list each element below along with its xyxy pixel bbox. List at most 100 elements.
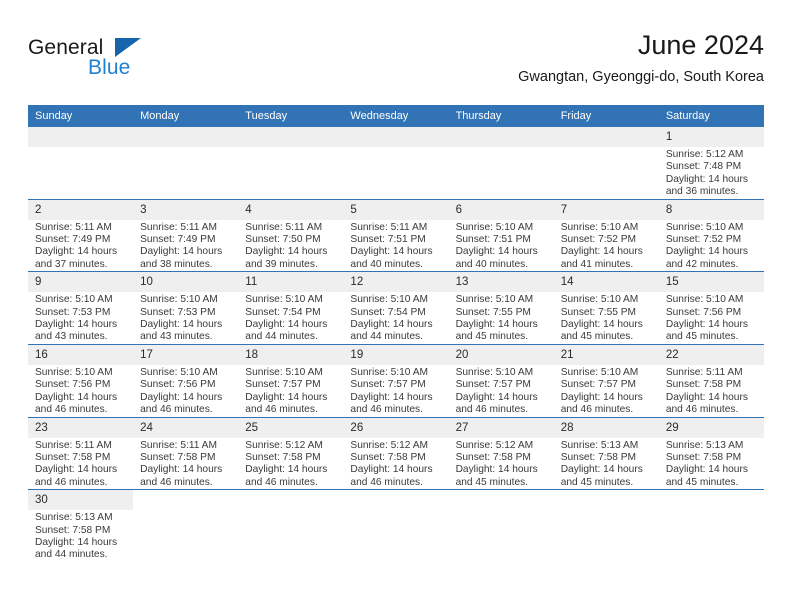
calendar-cell-inner: 12 Sunrise: 5:10 AM Sunset: 7:54 PM Dayligh…	[343, 272, 449, 344]
calendar-day-cell[interactable]: 30 Sunrise: 5:13 AM Sunset: 7:58 PM Dayligh…	[28, 489, 134, 571]
calendar-cell-empty	[448, 127, 554, 200]
calendar-day-cell[interactable]: 6 Sunrise: 5:10 AM Sunset: 7:51 PM Daylight…	[448, 199, 554, 273]
page-header: General Blue June 2024 Gwangtan, Gyeongg…	[28, 28, 764, 98]
daylight-text: Daylight: 14 hours and 46 minutes.	[140, 464, 223, 488]
sunset-text: Sunset: 7:51 PM	[350, 234, 426, 246]
calendar-day-cell[interactable]: 5 Sunrise: 5:11 AM Sunset: 7:51 PM Daylight…	[343, 199, 449, 273]
calendar-cell-inner: 10 Sunrise: 5:10 AM Sunset: 7:53 PM Dayligh…	[133, 272, 239, 344]
calendar-day-cell[interactable]: 11 Sunrise: 5:10 AM Sunset: 7:54 PM Dayligh…	[238, 271, 344, 345]
calendar-day-cell[interactable]: 3 Sunrise: 5:11 AM Sunset: 7:49 PM Daylight…	[133, 199, 239, 273]
sunset-text: Sunset: 7:56 PM	[35, 379, 111, 391]
brand-name-blue: Blue	[88, 56, 131, 79]
calendar-day-cell[interactable]: 25 Sunrise: 5:12 AM Sunset: 7:58 PM Dayligh…	[238, 417, 344, 491]
day-number: 22	[658, 344, 764, 365]
day-details: Sunrise: 5:11 AM Sunset: 7:49 PM Daylight:…	[133, 220, 238, 272]
daylight-text: Daylight: 14 hours and 36 minutes.	[665, 173, 748, 198]
calendar-cell-empty	[238, 127, 344, 200]
calendar-day-cell[interactable]: 1 Sunrise: 5:12 AM Sunset: 7:48 PM Daylight…	[658, 127, 764, 200]
sunrise-text: Sunrise: 5:10 AM	[665, 221, 744, 233]
daylight-text: Daylight: 14 hours and 46 minutes.	[245, 464, 328, 488]
calendar-day-cell[interactable]: 13 Sunrise: 5:10 AM Sunset: 7:55 PM Dayligh…	[448, 271, 554, 345]
day-number: 28	[553, 417, 659, 438]
day-number	[133, 490, 239, 511]
calendar-day-cell[interactable]: 9 Sunrise: 5:10 AM Sunset: 7:53 PM Daylight…	[28, 271, 134, 345]
sunrise-text: Sunrise: 5:10 AM	[350, 366, 429, 378]
sunset-text: Sunset: 7:55 PM	[455, 306, 531, 318]
day-details: Sunrise: 5:10 AM Sunset: 7:56 PM Daylight:…	[659, 292, 764, 344]
day-details: Sunrise: 5:10 AM Sunset: 7:52 PM Daylight:…	[659, 220, 764, 272]
calendar-cell-empty	[28, 127, 134, 200]
daylight-text: Daylight: 14 hours and 46 minutes.	[350, 391, 433, 416]
calendar-cell-inner	[448, 127, 554, 199]
day-number: 10	[133, 272, 239, 293]
sunset-text: Sunset: 7:54 PM	[245, 306, 321, 318]
day-number: 29	[658, 417, 764, 438]
calendar-cell-inner: 23 Sunrise: 5:11 AM Sunset: 7:58 PM Dayligh…	[28, 417, 134, 490]
calendar-day-cell[interactable]: 2 Sunrise: 5:11 AM Sunset: 7:49 PM Daylight…	[28, 199, 134, 273]
day-number: 24	[133, 417, 239, 438]
calendar-day-cell[interactable]: 27 Sunrise: 5:12 AM Sunset: 7:58 PM Dayligh…	[448, 417, 554, 491]
calendar-day-cell[interactable]: 12 Sunrise: 5:10 AM Sunset: 7:54 PM Dayligh…	[343, 271, 449, 345]
sunrise-text: Sunrise: 5:11 AM	[35, 221, 112, 233]
calendar-day-cell[interactable]: 17 Sunrise: 5:10 AM Sunset: 7:56 PM Dayligh…	[133, 344, 239, 418]
daylight-text: Daylight: 14 hours and 37 minutes.	[35, 246, 118, 270]
calendar-week-row: 2 Sunrise: 5:11 AM Sunset: 7:49 PM Daylight…	[28, 199, 764, 273]
calendar-day-cell[interactable]: 21 Sunrise: 5:10 AM Sunset: 7:57 PM Dayligh…	[553, 344, 659, 418]
day-details: Sunrise: 5:10 AM Sunset: 7:57 PM Daylight:…	[343, 365, 448, 417]
sunset-text: Sunset: 7:49 PM	[140, 234, 216, 246]
day-number: 19	[343, 344, 449, 365]
calendar-cell-inner: 22 Sunrise: 5:11 AM Sunset: 7:58 PM Dayligh…	[658, 344, 764, 417]
calendar-day-cell[interactable]: 20 Sunrise: 5:10 AM Sunset: 7:57 PM Dayligh…	[448, 344, 554, 418]
calendar-day-cell[interactable]: 26 Sunrise: 5:12 AM Sunset: 7:58 PM Dayligh…	[343, 417, 449, 491]
calendar-cell-inner: 24 Sunrise: 5:11 AM Sunset: 7:58 PM Dayligh…	[133, 417, 239, 490]
calendar-day-cell[interactable]: 10 Sunrise: 5:10 AM Sunset: 7:53 PM Dayligh…	[133, 271, 239, 345]
sunrise-text: Sunrise: 5:12 AM	[665, 149, 744, 160]
calendar-day-cell[interactable]: 23 Sunrise: 5:11 AM Sunset: 7:58 PM Dayligh…	[28, 417, 134, 491]
sunrise-text: Sunrise: 5:10 AM	[560, 294, 639, 306]
calendar-cell-inner: 1 Sunrise: 5:12 AM Sunset: 7:48 PM Daylight…	[658, 127, 764, 199]
weekday-header-thursday: Thursday	[448, 105, 554, 127]
calendar-day-cell[interactable]: 29 Sunrise: 5:13 AM Sunset: 7:58 PM Dayligh…	[658, 417, 764, 491]
sunset-text: Sunset: 7:55 PM	[560, 306, 637, 318]
calendar-day-cell[interactable]: 22 Sunrise: 5:11 AM Sunset: 7:58 PM Dayligh…	[658, 344, 764, 418]
sunset-text: Sunset: 7:50 PM	[245, 234, 321, 246]
calendar-day-cell[interactable]: 28 Sunrise: 5:13 AM Sunset: 7:58 PM Dayligh…	[553, 417, 659, 491]
calendar-day-cell[interactable]: 8 Sunrise: 5:10 AM Sunset: 7:52 PM Daylight…	[658, 199, 764, 273]
calendar-day-cell[interactable]: 4 Sunrise: 5:11 AM Sunset: 7:50 PM Daylight…	[238, 199, 344, 273]
day-details: Sunrise: 5:13 AM Sunset: 7:58 PM Daylight:…	[28, 510, 133, 562]
daylight-text: Daylight: 14 hours and 40 minutes.	[350, 246, 433, 270]
sunrise-text: Sunrise: 5:13 AM	[560, 439, 639, 451]
brand-logo[interactable]: General Blue	[28, 36, 208, 92]
sunrise-text: Sunrise: 5:12 AM	[245, 439, 323, 451]
day-number: 25	[238, 417, 344, 438]
daylight-text: Daylight: 14 hours and 45 minutes.	[455, 464, 538, 488]
day-details: Sunrise: 5:10 AM Sunset: 7:56 PM Daylight:…	[28, 365, 133, 417]
sunrise-text: Sunrise: 5:11 AM	[140, 439, 217, 451]
calendar-week-row: 30 Sunrise: 5:13 AM Sunset: 7:58 PM Dayligh…	[28, 489, 764, 571]
calendar-cell-empty	[658, 489, 764, 571]
calendar-day-cell[interactable]: 24 Sunrise: 5:11 AM Sunset: 7:58 PM Dayligh…	[133, 417, 239, 491]
sunrise-text: Sunrise: 5:12 AM	[455, 439, 534, 451]
calendar-day-cell[interactable]: 18 Sunrise: 5:10 AM Sunset: 7:57 PM Dayligh…	[238, 344, 344, 418]
sunrise-text: Sunrise: 5:11 AM	[665, 366, 743, 378]
calendar-cell-inner	[238, 490, 344, 570]
day-number: 12	[343, 272, 449, 293]
calendar-cell-inner	[553, 490, 659, 570]
day-details: Sunrise: 5:10 AM Sunset: 7:56 PM Daylight:…	[133, 365, 238, 417]
sunset-text: Sunset: 7:49 PM	[35, 234, 111, 246]
sunrise-text: Sunrise: 5:10 AM	[560, 366, 639, 378]
calendar-day-cell[interactable]: 19 Sunrise: 5:10 AM Sunset: 7:57 PM Dayligh…	[343, 344, 449, 418]
sunset-text: Sunset: 7:58 PM	[665, 451, 742, 463]
calendar-day-cell[interactable]: 16 Sunrise: 5:10 AM Sunset: 7:56 PM Dayligh…	[28, 344, 134, 418]
sunrise-text: Sunrise: 5:10 AM	[455, 366, 534, 378]
day-number	[658, 490, 764, 511]
calendar-week-row: 9 Sunrise: 5:10 AM Sunset: 7:53 PM Daylight…	[28, 271, 764, 345]
calendar-cell-empty	[553, 489, 659, 571]
calendar-cell-inner	[658, 490, 764, 570]
day-number	[448, 127, 554, 147]
calendar-day-cell[interactable]: 14 Sunrise: 5:10 AM Sunset: 7:55 PM Dayligh…	[553, 271, 659, 345]
calendar-day-cell[interactable]: 7 Sunrise: 5:10 AM Sunset: 7:52 PM Daylight…	[553, 199, 659, 273]
day-details: Sunrise: 5:12 AM Sunset: 7:48 PM Daylight:…	[659, 147, 764, 199]
calendar-day-cell[interactable]: 15 Sunrise: 5:10 AM Sunset: 7:56 PM Dayligh…	[658, 271, 764, 345]
calendar-cell-inner: 5 Sunrise: 5:11 AM Sunset: 7:51 PM Daylight…	[343, 199, 449, 272]
